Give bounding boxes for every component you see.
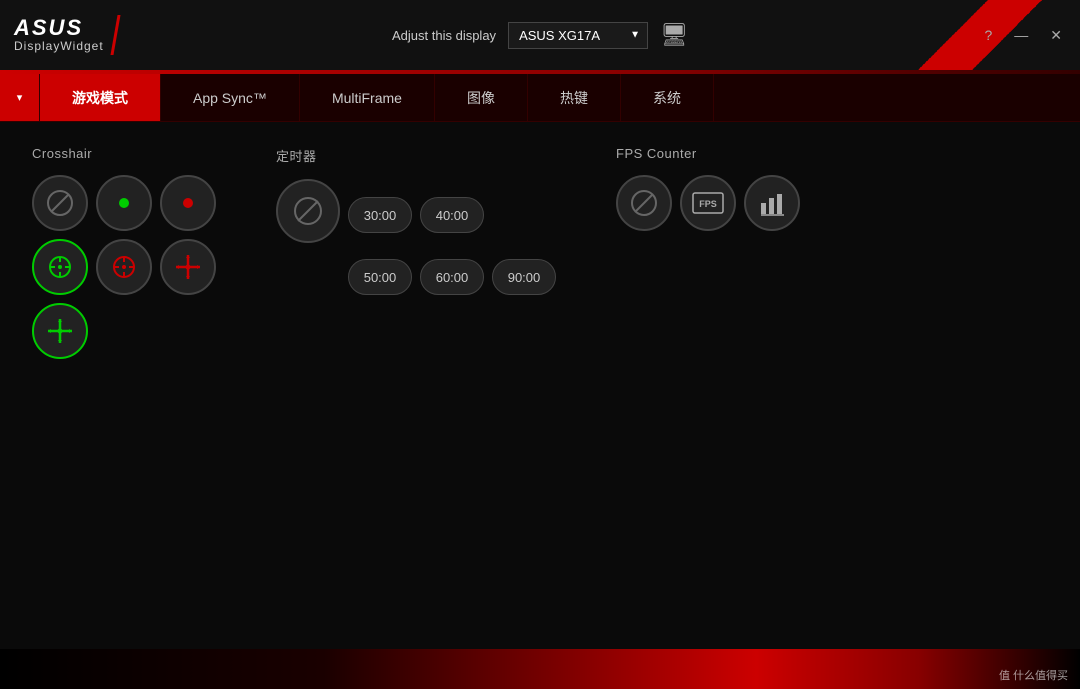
adjust-label: Adjust this display bbox=[392, 28, 496, 43]
main-content: Crosshair bbox=[0, 122, 1080, 649]
display-select-wrapper[interactable]: ASUS XG17A bbox=[508, 22, 648, 49]
timer-40[interactable]: 40:00 bbox=[420, 197, 484, 233]
tab-system[interactable]: 系统 bbox=[621, 74, 714, 121]
crosshair-cross-green[interactable] bbox=[32, 303, 88, 359]
crosshair-circle-red[interactable] bbox=[96, 239, 152, 295]
circle-crosshair-green-icon bbox=[46, 253, 74, 281]
display-selector-area: Adjust this display ASUS XG17A 🖥 bbox=[392, 22, 688, 49]
fps-chart-icon bbox=[758, 189, 786, 217]
watermark: 值 什么值得买 bbox=[999, 667, 1068, 683]
display-select[interactable]: ASUS XG17A bbox=[508, 22, 648, 49]
timer-row1: 30:00 40:00 bbox=[276, 179, 556, 251]
fps-text-icon: FPS bbox=[692, 192, 724, 214]
help-button[interactable]: ? bbox=[978, 25, 998, 45]
timer-title: 定时器 bbox=[276, 146, 556, 165]
window-controls: ? — ✕ bbox=[978, 25, 1068, 46]
timer-none[interactable] bbox=[276, 179, 340, 243]
crosshair-grid bbox=[32, 175, 216, 359]
sections-row: Crosshair bbox=[32, 146, 1048, 359]
logo-area: ASUS DisplayWidget bbox=[0, 15, 127, 55]
circle-crosshair-red-icon bbox=[110, 253, 138, 281]
close-button[interactable]: ✕ bbox=[1044, 25, 1068, 46]
cross-green-icon bbox=[46, 317, 74, 345]
fps-text-btn[interactable]: FPS bbox=[680, 175, 736, 231]
timer-30[interactable]: 30:00 bbox=[348, 197, 412, 233]
watermark-text: 什么值得买 bbox=[1013, 670, 1068, 682]
crosshair-title: Crosshair bbox=[32, 146, 216, 161]
timer-90[interactable]: 90:00 bbox=[492, 259, 556, 295]
fps-none[interactable] bbox=[616, 175, 672, 231]
crosshair-dot-red[interactable] bbox=[160, 175, 216, 231]
brand-sub: DisplayWidget bbox=[14, 39, 104, 53]
monitor-icon: 🖥 bbox=[660, 22, 688, 48]
timer-60[interactable]: 60:00 bbox=[420, 259, 484, 295]
crosshair-section: Crosshair bbox=[32, 146, 216, 359]
minimize-button[interactable]: — bbox=[1008, 25, 1034, 45]
tab-hotkeys[interactable]: 热键 bbox=[528, 74, 621, 121]
fps-slash-icon bbox=[630, 189, 658, 217]
svg-text:FPS: FPS bbox=[699, 199, 717, 209]
tab-dropdown[interactable]: ▾ bbox=[0, 74, 40, 121]
tab-image[interactable]: 图像 bbox=[435, 74, 528, 121]
crosshair-none[interactable] bbox=[32, 175, 88, 231]
tab-game-mode[interactable]: 游戏模式 bbox=[40, 74, 161, 121]
crosshair-circle-green[interactable] bbox=[32, 239, 88, 295]
brand-name: ASUS bbox=[14, 17, 104, 39]
crosshair-dot-green[interactable] bbox=[96, 175, 152, 231]
slash-icon bbox=[46, 189, 74, 217]
fps-chart-btn[interactable] bbox=[744, 175, 800, 231]
tab-multiframe[interactable]: MultiFrame bbox=[300, 74, 435, 121]
title-bar: ASUS DisplayWidget Adjust this display A… bbox=[0, 0, 1080, 70]
nav-tabs: ▾ 游戏模式 App Sync™ MultiFrame 图像 热键 系统 bbox=[0, 74, 1080, 122]
asus-logo: ASUS DisplayWidget bbox=[14, 17, 104, 53]
timer-50[interactable]: 50:00 bbox=[348, 259, 412, 295]
fps-section: FPS Counter FPS bbox=[616, 146, 800, 231]
tab-app-sync[interactable]: App Sync™ bbox=[161, 74, 300, 121]
watermark-icon: 值 bbox=[999, 670, 1010, 682]
crosshair-cross-red[interactable] bbox=[160, 239, 216, 295]
bottom-bar bbox=[0, 649, 1080, 689]
timer-slash-icon bbox=[292, 195, 324, 227]
logo-divider bbox=[110, 15, 120, 55]
fps-row: FPS bbox=[616, 175, 800, 231]
fps-title: FPS Counter bbox=[616, 146, 800, 161]
dot-red-icon bbox=[174, 189, 202, 217]
dot-green-icon bbox=[110, 189, 138, 217]
timer-section: 定时器 30:00 40:00 50:00 60:00 90:00 bbox=[276, 146, 556, 295]
timer-row2: 50:00 60:00 90:00 bbox=[348, 259, 556, 295]
cross-red-icon bbox=[174, 253, 202, 281]
